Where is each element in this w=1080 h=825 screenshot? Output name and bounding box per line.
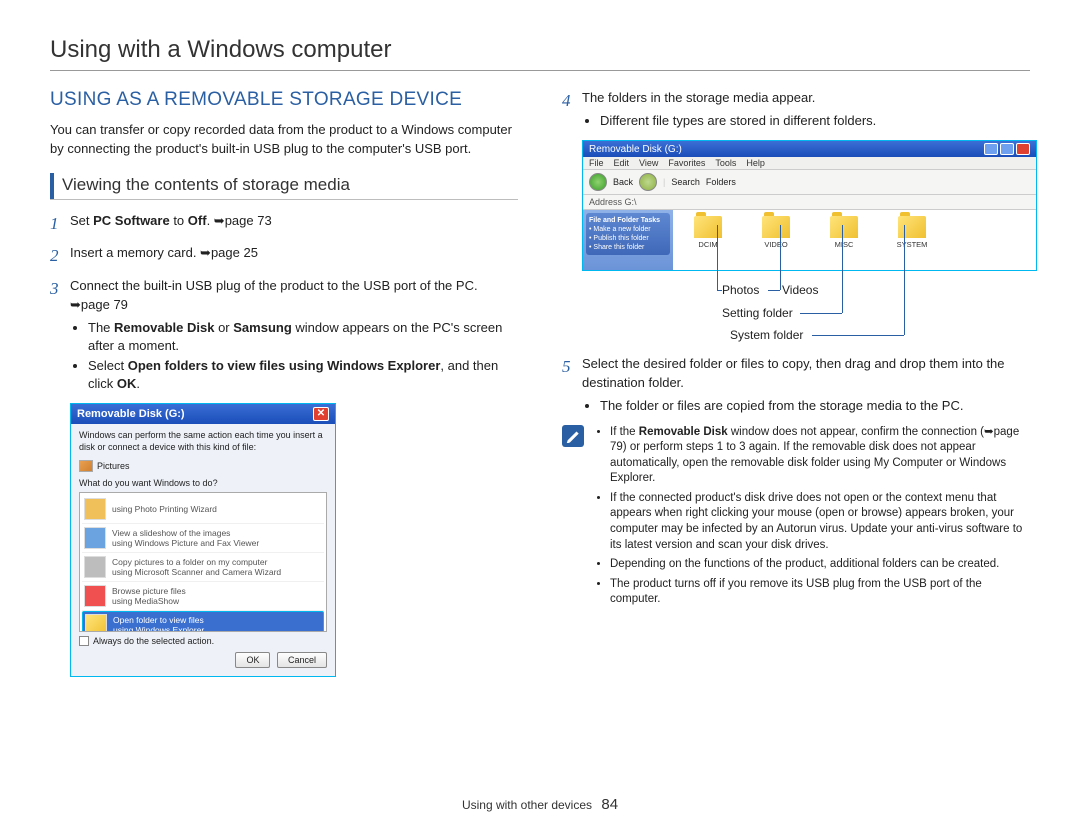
explorer-sidebar: File and Folder Tasks • Make a new folde… bbox=[583, 210, 673, 270]
menu-item: View bbox=[639, 158, 658, 168]
folder-icon bbox=[85, 614, 107, 632]
steps-left: 1Set PC Software to Off. ➥page 73 2Insert… bbox=[50, 212, 518, 396]
dialog-title-text: Removable Disk (G:) bbox=[77, 408, 185, 420]
dialog-option: Copy pictures to a folder on my computer… bbox=[82, 553, 324, 582]
explorer-menubar: File Edit View Favorites Tools Help bbox=[583, 157, 1036, 170]
note-icon bbox=[562, 425, 584, 447]
explorer-toolbar: Back | Search Folders bbox=[583, 170, 1036, 195]
menu-item: Help bbox=[746, 158, 765, 168]
menu-item: File bbox=[589, 158, 604, 168]
callout-setting-folder: Setting folder bbox=[722, 306, 793, 320]
callout-videos: Videos bbox=[782, 283, 818, 297]
step-number: 1 bbox=[50, 212, 70, 237]
option-icon bbox=[84, 585, 106, 607]
folder-item: MISC bbox=[819, 216, 869, 249]
folder-icon bbox=[762, 216, 790, 238]
bullet-item: Different file types are stored in diffe… bbox=[600, 112, 1030, 130]
step-item: 2Insert a memory card. ➥page 25 bbox=[50, 244, 518, 269]
step-5: 5Select the desired folder or files to c… bbox=[562, 355, 1030, 417]
folder-item: SYSTEM bbox=[887, 216, 937, 249]
explorer-content-pane: DCIM VIDEO MISC SYSTEM bbox=[673, 210, 1036, 270]
intro-text: You can transfer or copy recorded data f… bbox=[50, 121, 518, 159]
note-item: If the connected product's disk drive do… bbox=[610, 491, 1030, 553]
back-icon bbox=[589, 173, 607, 191]
step-item: 1Set PC Software to Off. ➥page 73 bbox=[50, 212, 518, 237]
folder-icon bbox=[898, 216, 926, 238]
notes-section: If the Removable Disk window does not ap… bbox=[562, 425, 1030, 612]
folder-label: DCIM bbox=[698, 240, 717, 249]
dialog-option: Browse picture filesusing MediaShow bbox=[82, 582, 324, 611]
section-heading: USING AS A REMOVABLE STORAGE DEVICE bbox=[50, 89, 518, 111]
step-item: 4The folders in the storage media appear… bbox=[562, 89, 1030, 132]
explorer-titlebar: Removable Disk (G:) bbox=[583, 141, 1036, 157]
checkbox-icon bbox=[79, 636, 89, 646]
step-item: 3Connect the built-in USB plug of the pr… bbox=[50, 277, 518, 395]
folder-item: DCIM bbox=[683, 216, 733, 249]
dialog-option-list: using Photo Printing WizardView a slides… bbox=[79, 492, 327, 632]
right-column: 4The folders in the storage media appear… bbox=[562, 89, 1030, 689]
folder-item: VIDEO bbox=[751, 216, 801, 249]
folder-label: VIDEO bbox=[764, 240, 787, 249]
folder-label: MISC bbox=[835, 240, 854, 249]
note-item: The product turns off if you remove its … bbox=[610, 577, 1030, 608]
explorer-addressbar: Address G:\ bbox=[583, 195, 1036, 210]
bullet-item: Select Open folders to view files using … bbox=[88, 357, 518, 393]
option-icon bbox=[84, 556, 106, 578]
notes-list: If the Removable Disk window does not ap… bbox=[594, 425, 1030, 612]
folder-icon bbox=[830, 216, 858, 238]
menu-item: Edit bbox=[614, 158, 630, 168]
dialog-question: What do you want Windows to do? bbox=[79, 478, 327, 488]
sidebar-task: • Make a new folder bbox=[589, 225, 667, 234]
steps-right: 4The folders in the storage media appear… bbox=[562, 89, 1030, 132]
dialog-option: View a slideshow of the imagesusing Wind… bbox=[82, 524, 324, 553]
folder-label: SYSTEM bbox=[897, 240, 928, 249]
sidebar-task: • Publish this folder bbox=[589, 234, 667, 243]
menu-item: Tools bbox=[715, 158, 736, 168]
dialog-option-selected: Open folder to view filesusing Windows E… bbox=[82, 611, 324, 632]
pictures-label: Pictures bbox=[97, 461, 130, 471]
dialog-titlebar: Removable Disk (G:) ✕ bbox=[71, 404, 335, 424]
step-number: 4 bbox=[562, 89, 582, 132]
always-do-checkbox-row: Always do the selected action. bbox=[79, 636, 327, 646]
maximize-icon bbox=[1000, 143, 1014, 155]
step-number: 5 bbox=[562, 355, 582, 417]
left-column: USING AS A REMOVABLE STORAGE DEVICE You … bbox=[50, 89, 518, 689]
step-number: 3 bbox=[50, 277, 70, 395]
bullet-item: The folder or files are copied from the … bbox=[600, 397, 1030, 415]
sidebar-task: • Share this folder bbox=[589, 243, 667, 252]
dialog-option: using Photo Printing Wizard bbox=[82, 495, 324, 524]
close-icon bbox=[1016, 143, 1030, 155]
cancel-button: Cancel bbox=[277, 652, 327, 668]
menu-item: Favorites bbox=[668, 158, 705, 168]
ok-button: OK bbox=[235, 652, 270, 668]
bullet-item: The Removable Disk or Samsung window app… bbox=[88, 319, 518, 355]
forward-icon bbox=[639, 173, 657, 191]
minimize-icon bbox=[984, 143, 998, 155]
step-number: 2 bbox=[50, 244, 70, 269]
callout-photos: Photos bbox=[722, 283, 759, 297]
step-item: 5Select the desired folder or files to c… bbox=[562, 355, 1030, 417]
sub-heading: Viewing the contents of storage media bbox=[50, 173, 518, 200]
note-item: Depending on the functions of the produc… bbox=[610, 557, 1030, 573]
pictures-icon bbox=[79, 460, 93, 472]
option-icon bbox=[84, 498, 106, 520]
folder-callouts: Photos Videos Setting folder System fold… bbox=[582, 275, 1030, 355]
close-icon: ✕ bbox=[313, 407, 329, 421]
explorer-window-figure: Removable Disk (G:) File Edit View Favorite… bbox=[582, 140, 1037, 271]
callout-system-folder: System folder bbox=[730, 328, 803, 342]
option-icon bbox=[84, 527, 106, 549]
always-do-label: Always do the selected action. bbox=[93, 636, 214, 646]
page-title: Using with a Windows computer bbox=[50, 36, 1030, 71]
removable-disk-dialog-figure: Removable Disk (G:) ✕ Windows can perfor… bbox=[70, 403, 336, 676]
note-item: If the Removable Disk window does not ap… bbox=[610, 425, 1030, 487]
page-footer: Using with other devices 84 bbox=[0, 796, 1080, 813]
dialog-description: Windows can perform the same action each… bbox=[79, 430, 327, 453]
